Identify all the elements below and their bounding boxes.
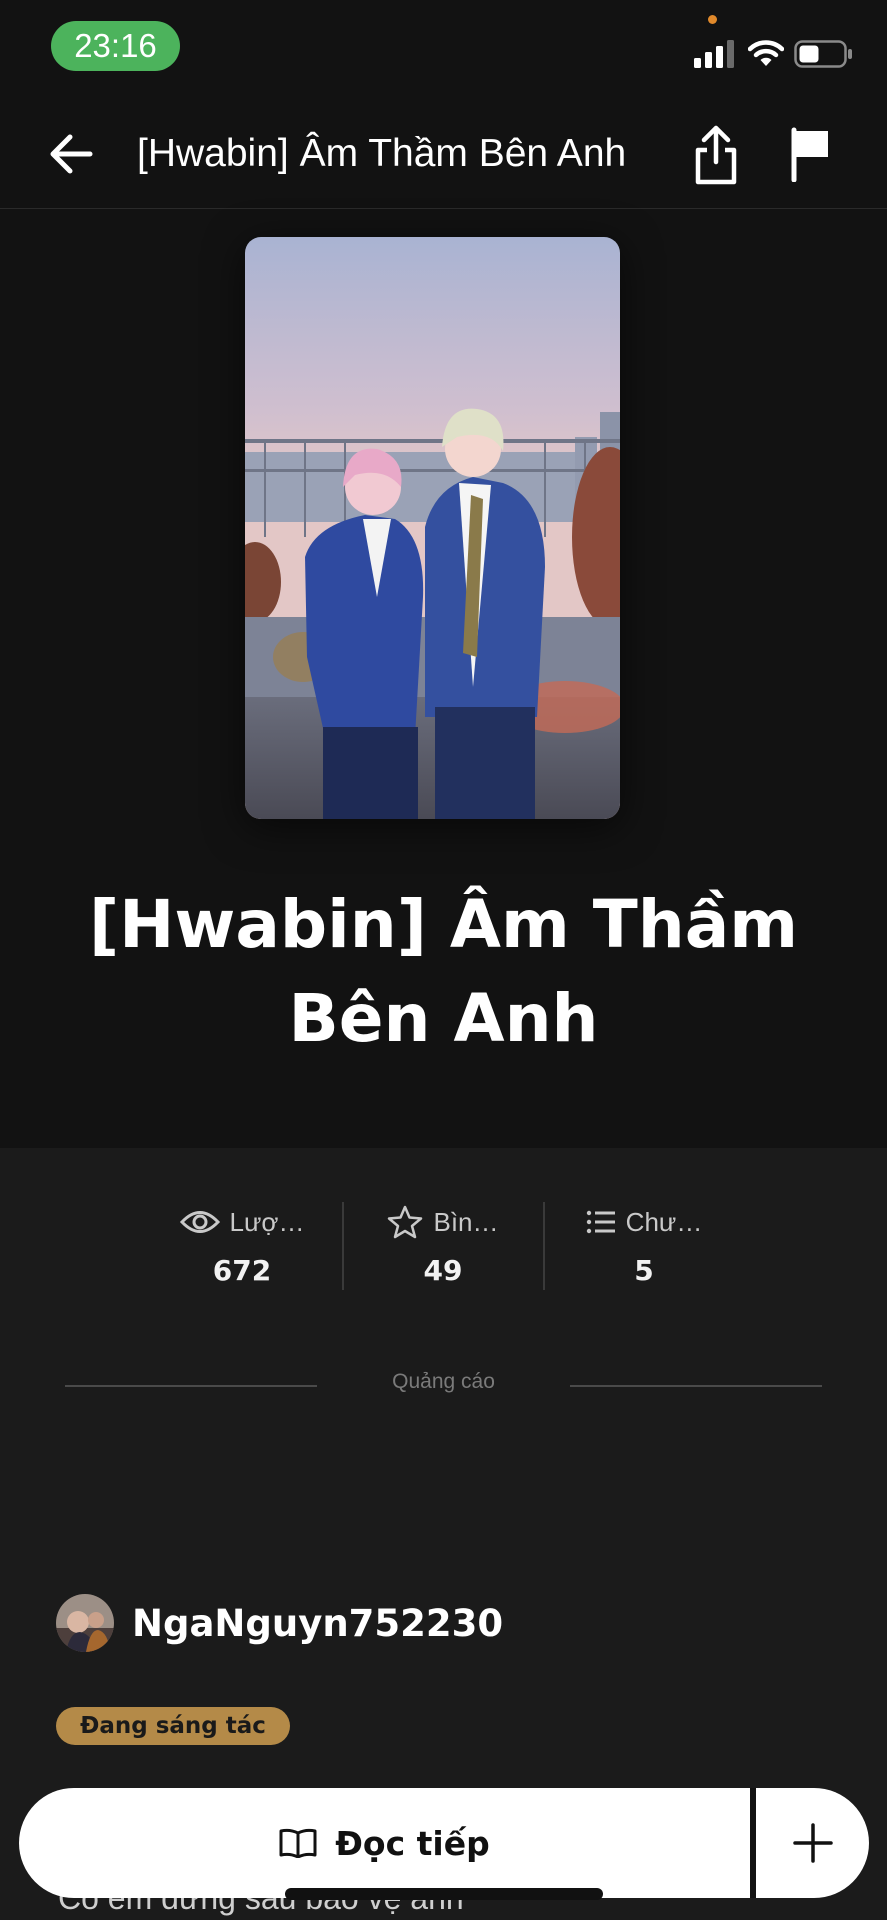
stat-votes-label: Bìn… (433, 1206, 499, 1237)
continue-reading-button[interactable]: Đọc tiếp (19, 1788, 750, 1898)
plus-icon (792, 1823, 833, 1863)
eye-icon (179, 1211, 220, 1233)
stat-chapters-value: 5 (634, 1254, 654, 1287)
stat-votes-value: 49 (423, 1254, 463, 1287)
stat-reads: Lượ… 672 (142, 1198, 342, 1287)
wifi-icon (748, 40, 784, 66)
cellular-signal-icon (694, 40, 734, 68)
stat-chapters[interactable]: Chư… 5 (544, 1198, 744, 1287)
story-title: [Hwabin] Âm Thầm Bên Anh (88, 886, 799, 1057)
list-icon (586, 1210, 615, 1234)
stat-chapters-label: Chư… (625, 1206, 703, 1237)
author-row[interactable]: NgaNguyn752230 (56, 1594, 503, 1652)
nav-title: [Hwabin] Âm Thầm Bên Anh (137, 132, 627, 175)
home-indicator (285, 1888, 603, 1900)
stat-votes: Bìn… 49 (343, 1198, 543, 1287)
battery-icon (794, 40, 852, 68)
author-name[interactable]: NgaNguyn752230 (132, 1602, 503, 1645)
ad-separator: Quảng cáo (65, 1370, 822, 1400)
story-cover-image[interactable] (245, 237, 620, 819)
add-to-library-button[interactable] (756, 1788, 869, 1898)
share-icon[interactable] (690, 124, 742, 186)
status-time: 23:16 (51, 21, 180, 71)
bottom-action-bar: Đọc tiếp (19, 1788, 869, 1898)
open-book-icon (279, 1828, 317, 1858)
privacy-indicator-dot (708, 15, 717, 24)
report-flag-icon[interactable] (786, 126, 838, 182)
status-badge: Đang sáng tác (56, 1707, 290, 1745)
ad-line-right (570, 1385, 822, 1387)
ad-label: Quảng cáo (392, 1370, 495, 1393)
stat-reads-value: 672 (212, 1254, 272, 1287)
avatar[interactable] (56, 1594, 114, 1652)
status-bar: 23:16 (0, 0, 887, 95)
top-nav-bar: [Hwabin] Âm Thầm Bên Anh (0, 95, 887, 209)
continue-reading-label: Đọc tiếp (335, 1823, 490, 1863)
star-icon (388, 1205, 423, 1239)
back-arrow-icon[interactable] (44, 124, 104, 184)
stat-reads-label: Lượ… (229, 1206, 305, 1237)
